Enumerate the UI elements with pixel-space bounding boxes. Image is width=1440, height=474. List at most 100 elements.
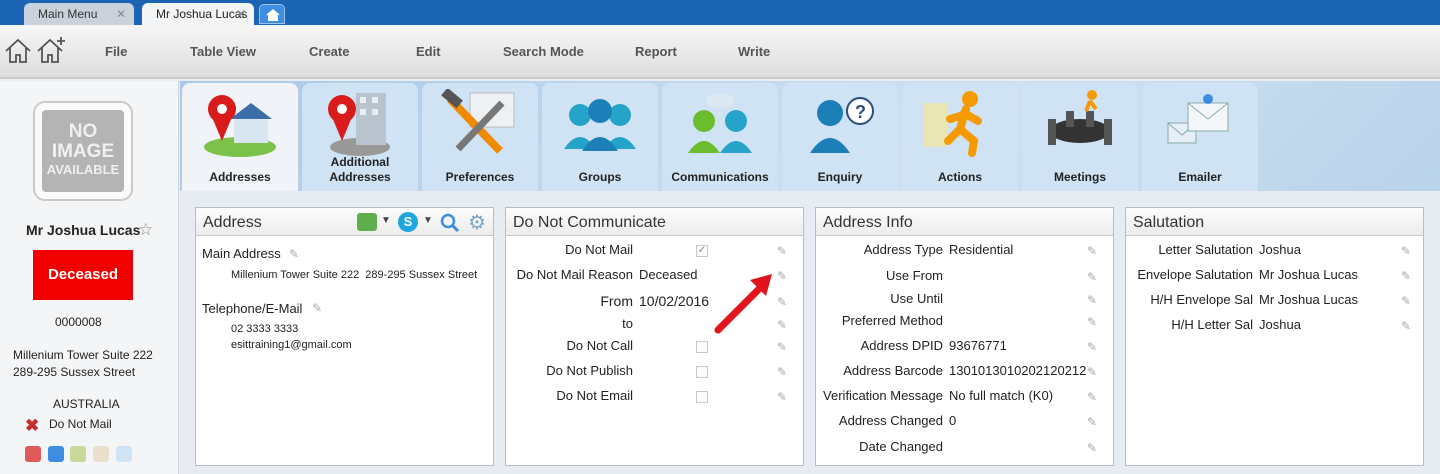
home-add-icon[interactable] <box>36 36 68 64</box>
field-value[interactable]: Mr Joshua Lucas <box>1259 267 1399 282</box>
hand-icon[interactable] <box>47 446 64 462</box>
pencil-icon[interactable]: ✎ <box>1401 294 1413 308</box>
field-value[interactable]: Joshua <box>1259 317 1399 332</box>
ribbon-tab-meetings[interactable]: Meetings <box>1022 83 1138 191</box>
cross-icon: ✖ <box>25 416 40 435</box>
close-icon[interactable]: ✕ <box>236 3 246 25</box>
field-value[interactable]: 0 <box>949 413 1089 428</box>
chevron-down-icon[interactable]: ▼ <box>381 215 391 226</box>
main-address-value: Millenium Tower Suite 222 289-295 Sussex… <box>231 269 478 281</box>
menu-report[interactable]: Report <box>635 44 677 59</box>
contact-sidebar: NO IMAGE AVAILABLE Mr Joshua Lucas ☆ Dec… <box>0 81 179 474</box>
ribbon-tab-communications[interactable]: Communications <box>662 83 778 191</box>
field-value[interactable]: Residential <box>949 242 1089 257</box>
field-row: Date Changed ✎ <box>816 439 1113 459</box>
pencil-icon[interactable]: ✎ <box>1087 441 1099 455</box>
pencil-icon[interactable]: ✎ <box>312 301 324 315</box>
search-icon[interactable] <box>440 213 460 233</box>
group-icon[interactable] <box>115 446 132 462</box>
field-label: Do Not Mail <box>565 242 633 257</box>
star-icon[interactable]: ☆ <box>138 220 153 240</box>
person-icon[interactable] <box>25 446 41 462</box>
group-icon <box>564 99 636 151</box>
tools-icon <box>441 89 515 154</box>
tab-main-menu[interactable]: Main Menu ✕ <box>24 3 134 25</box>
address-info-panel: Address Info Address Type Residential ✎ Us… <box>815 207 1114 466</box>
pencil-icon[interactable]: ✎ <box>1087 415 1099 429</box>
field-row: Address Changed 0 ✎ <box>816 413 1113 433</box>
do-not-publish-checkbox[interactable] <box>696 366 708 378</box>
pencil-icon[interactable]: ✎ <box>1087 270 1099 284</box>
field-row: Letter Salutation Joshua ✎ <box>1126 242 1423 262</box>
pencil-icon[interactable]: ✎ <box>1401 319 1413 333</box>
pencil-icon[interactable]: ✎ <box>1087 365 1099 379</box>
home-icon[interactable] <box>4 38 32 64</box>
ribbon-tab-preferences[interactable]: Preferences <box>422 83 538 191</box>
telephone-label: Telephone/E-Mail <box>202 301 303 316</box>
gear-icon[interactable]: ⚙ <box>468 210 486 235</box>
salutation-panel: Salutation Letter Salutation Joshua ✎ Enve… <box>1125 207 1424 466</box>
map-pin-building-icon <box>328 93 390 156</box>
avatar[interactable]: NO IMAGE AVAILABLE <box>33 101 133 201</box>
ribbon-tab-actions[interactable]: Actions <box>902 83 1018 191</box>
do-not-email-checkbox[interactable] <box>696 391 708 403</box>
map-icon[interactable] <box>357 213 377 231</box>
field-label: to <box>622 316 633 331</box>
pencil-icon[interactable]: ✎ <box>777 365 789 379</box>
ribbon-tab-enquiry[interactable]: ? Enquiry <box>782 83 898 191</box>
sidebar-country: AUSTRALIA <box>53 397 120 411</box>
pencil-icon[interactable]: ✎ <box>1401 269 1413 283</box>
menu-search-mode[interactable]: Search Mode <box>503 44 584 59</box>
pencil-icon[interactable]: ✎ <box>1087 340 1099 354</box>
pencil-icon[interactable]: ✎ <box>777 244 789 258</box>
pencil-icon[interactable]: ✎ <box>289 247 301 261</box>
field-row: Address DPID 93676771 ✎ <box>816 338 1113 358</box>
main-address-label: Main Address <box>202 246 281 261</box>
skype-icon[interactable]: S <box>398 212 418 232</box>
tab-main-menu-label: Main Menu <box>38 7 98 21</box>
pencil-icon[interactable]: ✎ <box>1401 244 1413 258</box>
chevron-down-icon[interactable]: ▼ <box>423 215 433 226</box>
pencil-icon[interactable]: ✎ <box>1087 244 1099 258</box>
field-row: Do Not Call ✎ <box>506 338 803 358</box>
pencil-icon[interactable]: ✎ <box>1087 293 1099 307</box>
annotation-arrow <box>714 274 772 334</box>
ribbon-tab-groups[interactable]: Groups <box>542 83 658 191</box>
card-icon[interactable] <box>92 446 109 462</box>
field-label: Preferred Method <box>841 313 943 328</box>
pencil-icon[interactable]: ✎ <box>1087 390 1099 404</box>
tab-contact[interactable]: Mr Joshua Lucas ✕ <box>142 3 254 25</box>
pencil-icon[interactable]: ✎ <box>777 340 789 354</box>
field-label: Do Not Mail Reason <box>516 267 633 282</box>
home-tab[interactable] <box>259 4 285 24</box>
contact-id: 0000008 <box>55 315 102 329</box>
menu-create[interactable]: Create <box>309 44 349 59</box>
pencil-icon[interactable]: ✎ <box>1087 315 1099 329</box>
email-value: esittraining1@gmail.com <box>231 339 352 351</box>
field-value[interactable]: Mr Joshua Lucas <box>1259 292 1399 307</box>
sidebar-address-line2: 289-295 Sussex Street <box>13 365 136 379</box>
field-value[interactable]: No full match (K0) <box>949 388 1089 403</box>
field-label: Address Type <box>863 242 943 257</box>
field-value[interactable]: Joshua <box>1259 242 1399 257</box>
menu-file[interactable]: File <box>105 44 127 59</box>
pencil-icon[interactable]: ✎ <box>777 390 789 404</box>
field-label: From <box>600 293 633 309</box>
no-image-text: NO <box>68 121 98 142</box>
do-not-communicate-panel: Do Not Communicate Do Not Mail ✓ ✎ Do No… <box>505 207 804 466</box>
field-value[interactable]: 93676771 <box>949 338 1089 353</box>
menu-edit[interactable]: Edit <box>416 44 441 59</box>
field-value[interactable]: 1301013010202120212 <box>949 363 1089 378</box>
do-not-mail-checkbox[interactable]: ✓ <box>696 245 708 257</box>
module-ribbon: Addresses Additional Addresses Preferenc… <box>180 81 1440 191</box>
window-tab-strip: Main Menu ✕ Mr Joshua Lucas ✕ <box>0 0 1440 25</box>
ribbon-tab-addresses[interactable]: Addresses <box>182 83 298 191</box>
ribbon-tab-additional-addresses[interactable]: Additional Addresses <box>302 83 418 191</box>
menu-table-view[interactable]: Table View <box>190 44 256 59</box>
flower-icon[interactable] <box>70 446 87 462</box>
menu-write[interactable]: Write <box>738 44 770 59</box>
ribbon-tab-emailer[interactable]: Emailer <box>1142 83 1258 191</box>
do-not-call-checkbox[interactable] <box>696 341 708 353</box>
field-label: Use Until <box>890 291 943 306</box>
close-icon[interactable]: ✕ <box>116 3 126 25</box>
